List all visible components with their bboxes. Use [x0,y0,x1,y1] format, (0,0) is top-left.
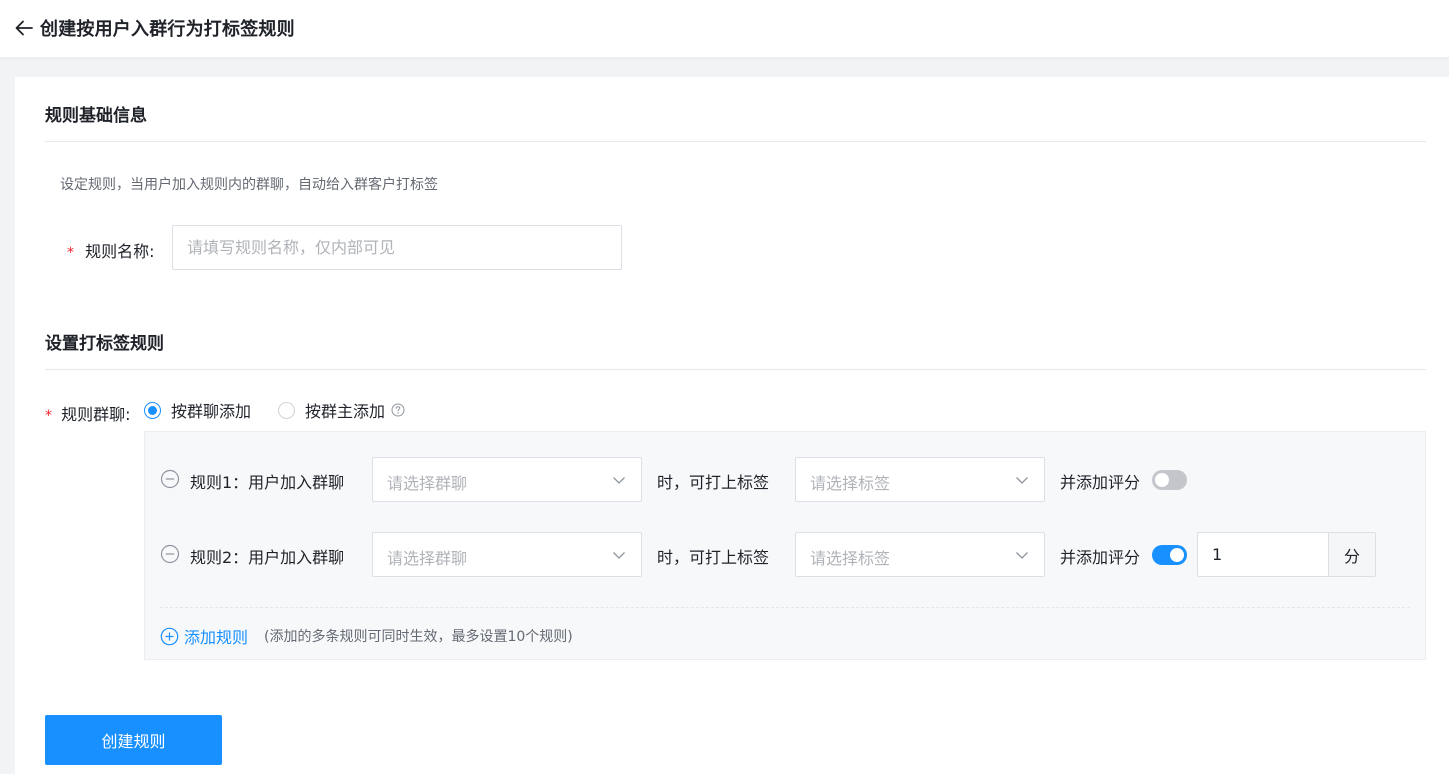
rule-label: 规则2：用户加入群聊 [190,548,345,567]
radio-checked-icon[interactable] [144,401,161,419]
rule-middle-text: 时，可打上标签 [657,473,770,492]
add-rule-button[interactable]: 添加规则 [160,624,248,648]
score-unit: 分 [1328,533,1375,576]
divider [45,141,1426,142]
score-label: 并添加评分 [1060,548,1141,567]
rule-name-input[interactable] [172,225,622,270]
score-toggle[interactable] [1152,545,1187,565]
plus-circle-icon [160,627,179,645]
rule-name-label: 规则名称: [85,242,155,261]
tag-rules-section-title: 设置打标签规则 [45,334,164,354]
score-input[interactable] [1198,533,1328,576]
dashed-divider [160,607,1410,608]
score-toggle[interactable] [1152,470,1187,490]
toggle-knob [1170,548,1184,562]
rule-label: 规则1：用户加入群聊 [190,473,345,492]
create-rule-button[interactable]: 创建规则 [45,715,222,765]
radio-label: 按群聊添加 [171,402,252,421]
radio-unchecked-icon[interactable] [278,401,296,419]
select-placeholder: 请选择标签 [810,474,891,493]
required-mark: * [67,245,74,261]
rule-group-label-wrap: * 规则群聊: [45,401,131,425]
chevron-down-icon [1016,477,1028,484]
rule-group-label: 规则群聊: [61,405,131,424]
rule-row: 规则1：用户加入群聊 请选择群聊 时，可打上标签 请选择标签 并添加评分 [145,457,1425,502]
chevron-down-icon [1016,552,1028,559]
rule-name-label-wrap: * 规则名称: [67,238,155,262]
divider [45,369,1426,370]
select-placeholder: 请选择标签 [810,549,891,568]
select-placeholder: 请选择群聊 [387,549,468,568]
radio-by-group-chat[interactable]: 按群聊添加 [144,398,251,422]
add-rule-note: (添加的多条规则可同时生效，最多设置10个规则) [264,629,573,645]
arrow-left-icon[interactable] [13,17,35,39]
add-rule-label: 添加规则 [184,628,249,647]
required-mark: * [45,408,52,424]
minus-circle-icon[interactable] [160,544,180,564]
rule-description: 设定规则，当用户加入规则内的群聊，自动给入群客户打标签 [60,177,438,193]
radio-label: 按群主添加 [305,402,386,421]
top-bar: 创建按用户入群行为打标签规则 [0,0,1449,57]
score-input-group: 分 [1197,532,1376,577]
group-chat-select[interactable]: 请选择群聊 [372,532,642,577]
minus-circle-icon[interactable] [160,469,180,489]
page-title: 创建按用户入群行为打标签规则 [40,19,295,40]
chevron-down-icon [613,477,625,484]
basic-info-section-title: 规则基础信息 [45,106,147,126]
score-label: 并添加评分 [1060,473,1141,492]
rule-middle-text: 时，可打上标签 [657,548,770,567]
toggle-knob [1155,473,1169,487]
rule-group-radio-group: 按群聊添加 按群主添加 [144,399,405,421]
group-chat-select[interactable]: 请选择群聊 [372,457,642,502]
tag-select[interactable]: 请选择标签 [795,457,1045,502]
radio-by-group-owner[interactable]: 按群主添加 [278,398,385,422]
rules-container: 规则1：用户加入群聊 请选择群聊 时，可打上标签 请选择标签 并添加评分 规则2… [144,431,1426,660]
question-circle-icon[interactable] [391,403,405,417]
form-card: 规则基础信息 设定规则，当用户加入规则内的群聊，自动给入群客户打标签 * 规则名… [15,77,1449,774]
chevron-down-icon [613,552,625,559]
rule-row: 规则2：用户加入群聊 请选择群聊 时，可打上标签 请选择标签 并添加评分 分 [145,532,1425,577]
tag-select[interactable]: 请选择标签 [795,532,1045,577]
select-placeholder: 请选择群聊 [387,474,468,493]
